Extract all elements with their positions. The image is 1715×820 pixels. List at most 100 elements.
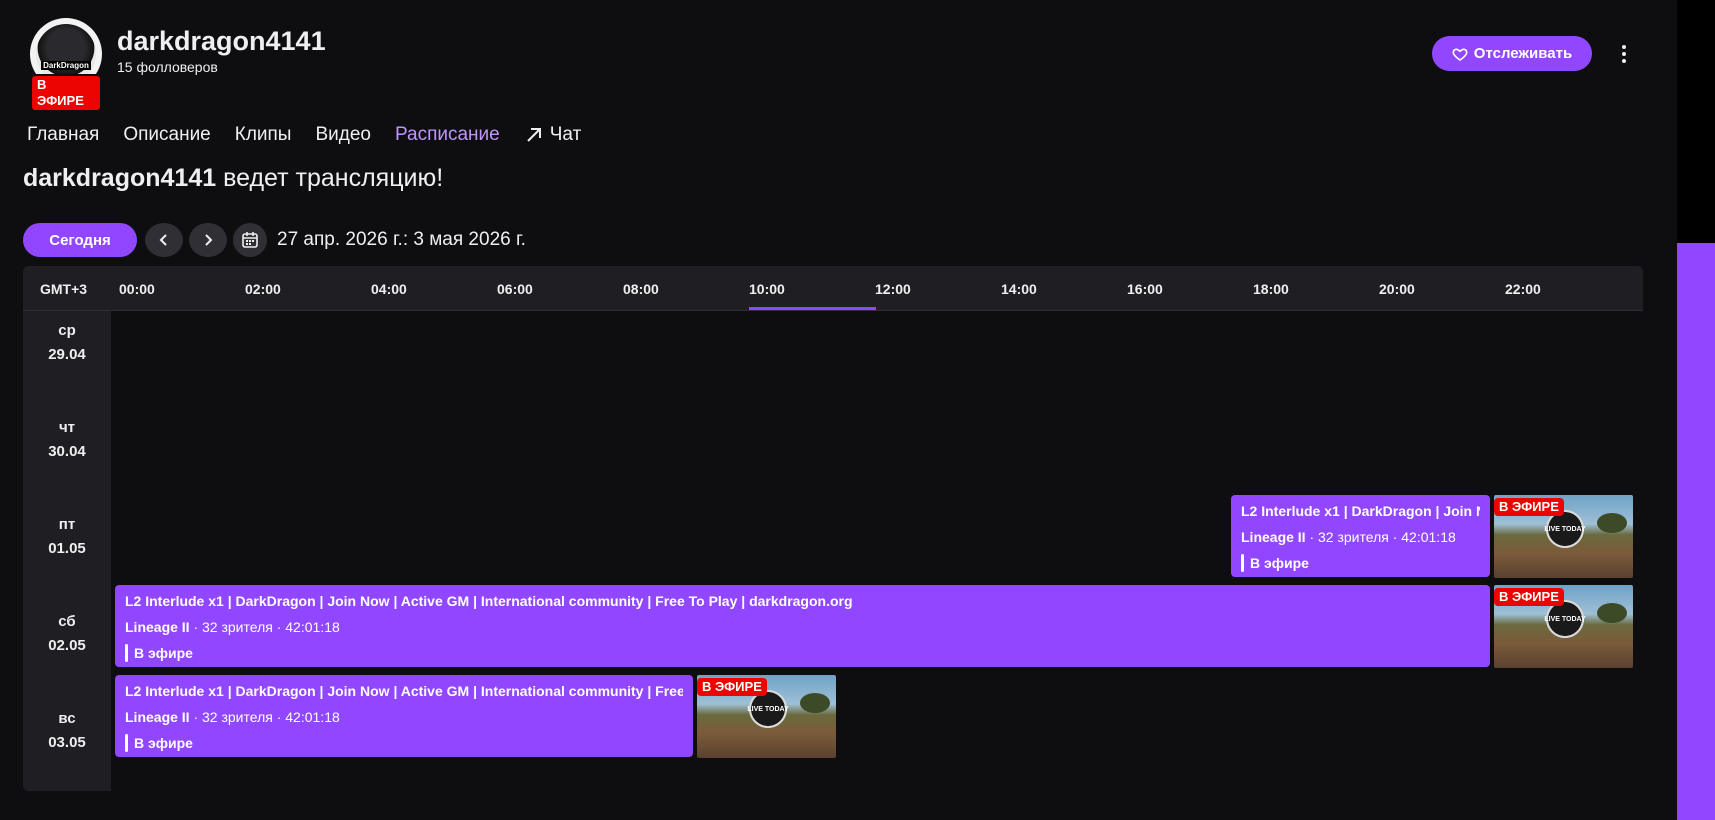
next-week-button[interactable] (189, 223, 227, 257)
day-of-week: сб (58, 613, 76, 630)
channel-avatar[interactable]: DarkDragon В ЭФИРЕ (30, 18, 102, 112)
event-status-label: В эфире (134, 645, 193, 661)
more-options-icon[interactable] (1612, 38, 1636, 70)
avatar-logo-text: DarkDragon (41, 61, 91, 70)
thumbnail-caption: LIVE TODAY (747, 705, 789, 713)
today-button[interactable]: Сегодня (23, 223, 137, 257)
hour-label: 06:00 (497, 281, 533, 297)
event-status: В эфире (125, 643, 1480, 663)
day-label: вс 03.05 (23, 707, 111, 755)
tab-videos[interactable]: Видео (315, 124, 371, 146)
event-status: В эфире (1241, 553, 1480, 573)
hour-label: 10:00 (749, 281, 785, 297)
day-date: 01.05 (48, 540, 86, 557)
hour-label: 14:00 (1001, 281, 1037, 297)
event-category[interactable]: Lineage II (125, 619, 190, 635)
live-headline: darkdragon4141 ведет трансляцию! (23, 164, 443, 193)
thumbnail-tree (1597, 513, 1627, 533)
event-stats: · 32 зрителя · 42:01:18 (1305, 529, 1456, 545)
hour-label: 16:00 (1127, 281, 1163, 297)
live-badge: В ЭФИРЕ (30, 74, 102, 112)
day-of-week: чт (58, 419, 76, 436)
current-time-indicator (749, 307, 876, 310)
channel-tabs: Главная Описание Клипы Видео Расписание … (27, 124, 605, 146)
schedule-body: L2 Interlude x1 | DarkDragon | Join Now … (111, 311, 1643, 791)
hour-label: 12:00 (875, 281, 911, 297)
event-status: В эфире (125, 733, 683, 753)
hour-label: 08:00 (623, 281, 659, 297)
follow-button[interactable]: Отслеживать (1432, 36, 1592, 71)
stream-thumbnail[interactable]: LIVE TODAY В ЭФИРЕ (697, 675, 836, 758)
status-bar-icon (125, 644, 128, 662)
right-edge-accent (1677, 243, 1715, 820)
tab-chat[interactable]: Чат (524, 124, 582, 146)
hour-label: 18:00 (1253, 281, 1289, 297)
heart-icon (1452, 48, 1468, 61)
schedule-event[interactable]: L2 Interlude x1 | DarkDragon | Join Now … (115, 675, 693, 757)
tab-schedule[interactable]: Расписание (395, 124, 500, 146)
hour-label: 00:00 (119, 281, 155, 297)
hour-label: 20:00 (1379, 281, 1415, 297)
day-label: чт 30.04 (23, 416, 111, 464)
live-badge: В ЭФИРЕ (1494, 588, 1564, 606)
thumbnail-tree (1597, 603, 1627, 623)
schedule-event[interactable]: L2 Interlude x1 | DarkDragon | Join Now … (115, 585, 1490, 667)
day-of-week: пт (58, 516, 76, 533)
headline-text: ведет трансляцию! (216, 164, 444, 192)
thumbnail-tree (800, 693, 830, 713)
event-stats: · 32 зрителя · 42:01:18 (189, 709, 340, 725)
event-meta: Lineage II · 32 зрителя · 42:01:18 (1241, 527, 1480, 547)
status-bar-icon (125, 734, 128, 752)
live-badge: В ЭФИРЕ (697, 678, 767, 696)
chevron-left-icon (159, 234, 167, 246)
day-date: 02.05 (48, 637, 86, 654)
follower-count: 15 фолловеров (117, 59, 218, 75)
event-title: L2 Interlude x1 | DarkDragon | Join Now … (125, 683, 683, 699)
tab-chat-label: Чат (549, 124, 582, 145)
tab-clips[interactable]: Клипы (235, 124, 292, 146)
right-edge-dark (1677, 0, 1715, 243)
day-label: ср 29.04 (23, 319, 111, 367)
external-arrow-icon (527, 128, 541, 142)
day-date: 29.04 (48, 346, 86, 363)
day-of-week: ср (58, 322, 76, 339)
chevron-right-icon (205, 234, 213, 246)
day-date: 03.05 (48, 734, 86, 751)
day-label: сб 02.05 (23, 610, 111, 658)
tab-about[interactable]: Описание (123, 124, 210, 146)
thumbnail-caption: LIVE TODAY (1544, 525, 1586, 533)
channel-name[interactable]: darkdragon4141 (117, 26, 326, 57)
schedule-header: GMT+3 00:00 02:00 04:00 06:00 08:00 10:0… (23, 266, 1643, 311)
event-stats: · 32 зрителя · 42:01:18 (189, 619, 340, 635)
event-meta: Lineage II · 32 зрителя · 42:01:18 (125, 617, 1480, 637)
stream-thumbnail[interactable]: LIVE TODAY В ЭФИРЕ (1494, 495, 1633, 578)
calendar-button[interactable] (233, 223, 267, 257)
event-category[interactable]: Lineage II (125, 709, 190, 725)
hour-label: 02:00 (245, 281, 281, 297)
event-status-label: В эфире (134, 735, 193, 751)
tab-home[interactable]: Главная (27, 124, 99, 146)
event-title: L2 Interlude x1 | DarkDragon | Join Now … (125, 593, 853, 609)
event-meta: Lineage II · 32 зрителя · 42:01:18 (125, 707, 683, 727)
prev-week-button[interactable] (145, 223, 183, 257)
headline-channel: darkdragon4141 (23, 164, 217, 192)
timezone-label: GMT+3 (40, 281, 88, 297)
day-column: ср 29.04 чт 30.04 пт 01.05 сб 02.05 вс 03.05 (23, 311, 111, 791)
status-bar-icon (1241, 554, 1244, 572)
day-date: 30.04 (48, 443, 86, 460)
day-label: пт 01.05 (23, 513, 111, 561)
calendar-icon (242, 232, 258, 248)
date-range: 27 апр. 2026 г.: 3 мая 2026 г. (277, 229, 526, 250)
live-badge: В ЭФИРЕ (1494, 498, 1564, 516)
event-title: L2 Interlude x1 | DarkDragon | Join Now … (1241, 503, 1480, 519)
hour-label: 04:00 (371, 281, 407, 297)
stream-thumbnail[interactable]: LIVE TODAY В ЭФИРЕ (1494, 585, 1633, 668)
schedule-event[interactable]: L2 Interlude x1 | DarkDragon | Join Now … (1231, 495, 1490, 577)
event-category[interactable]: Lineage II (1241, 529, 1306, 545)
event-status-label: В эфире (1250, 555, 1309, 571)
day-of-week: вс (58, 710, 76, 727)
hour-label: 22:00 (1505, 281, 1541, 297)
schedule-grid: GMT+3 00:00 02:00 04:00 06:00 08:00 10:0… (23, 266, 1643, 791)
thumbnail-caption: LIVE TODAY (1544, 615, 1586, 623)
follow-label: Отслеживать (1473, 45, 1573, 62)
